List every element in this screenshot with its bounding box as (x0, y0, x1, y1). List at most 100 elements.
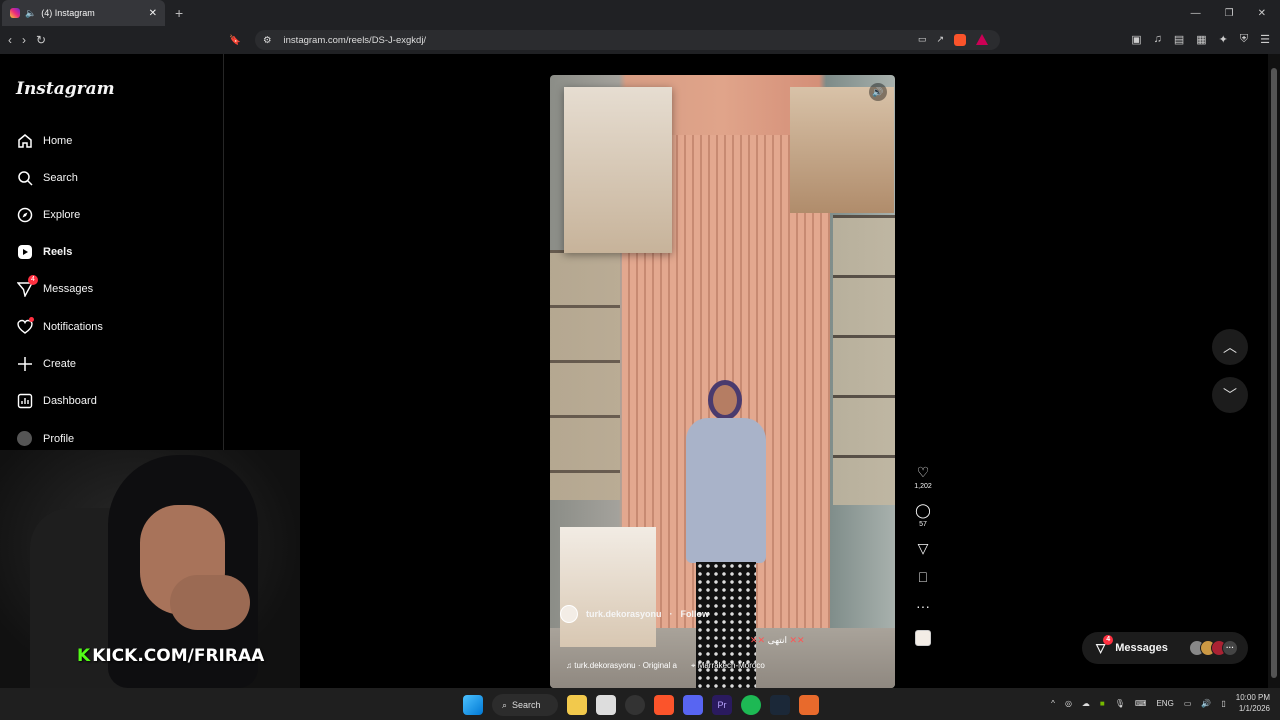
window-controls: — ❐ ✕ (1191, 8, 1280, 19)
battery-icon[interactable]: ▯ (1221, 699, 1225, 708)
panel-icon[interactable]: ▤ (1174, 33, 1184, 46)
sidebar-item-label: Home (43, 134, 73, 147)
taskbar: ⌕ Search Pr ^ ◎ ☁ ■ 🎙 ⌨ ENG ▭ 🔊 ▯ 10:00 … (0, 688, 1280, 720)
search-icon: ⌕ (502, 699, 508, 710)
menu-icon[interactable]: ☰ (1260, 33, 1270, 46)
sidebar-item-messages[interactable]: 4 Messages (16, 275, 93, 297)
site-info-icon[interactable]: ⚙ (263, 35, 272, 46)
page-scrollbar[interactable] (1268, 54, 1280, 688)
comment-button[interactable]: ◯ 57 (915, 502, 931, 528)
bookmark-icon[interactable]: 🔖 (229, 35, 241, 46)
volume-icon[interactable]: 🔊 (1201, 699, 1211, 708)
comment-count: 57 (919, 521, 927, 528)
next-reel-button[interactable]: ﹀ (1212, 377, 1248, 413)
messages-badge: 4 (28, 275, 38, 285)
location-link[interactable]: ⌖ Marrakech-Moroco (691, 661, 765, 671)
more-button[interactable]: ··· (916, 598, 930, 614)
webcam-overlay: K KICK.COM/FRIRAA (0, 450, 300, 688)
app-icon[interactable] (799, 695, 819, 715)
spotify-icon[interactable] (741, 695, 761, 715)
network-icon[interactable]: ▭ (1184, 699, 1192, 708)
discord-icon[interactable] (683, 695, 703, 715)
reload-icon[interactable]: ↻ (36, 33, 46, 47)
author-avatar[interactable] (560, 605, 578, 623)
volume-icon[interactable]: 🔊 (869, 83, 887, 101)
file-explorer-icon[interactable] (567, 695, 587, 715)
close-window-icon[interactable]: ✕ (1258, 8, 1266, 19)
tab-instagram[interactable]: 🔈 (4) Instagram ✕ (2, 0, 165, 26)
more-icon: ··· (916, 598, 930, 614)
vpn-icon[interactable]: ⛨ (1240, 33, 1248, 46)
video-inset (560, 527, 656, 647)
audio-thumbnail[interactable] (915, 630, 931, 646)
reel-author[interactable]: turk.dekorasyonu · Follow (560, 605, 709, 623)
reels-main: 🔊 turk.dekorasyonu · Follow ✕✕ انتهى ✕✕ … (224, 54, 1268, 688)
bookmark-icon: ⎕ (918, 569, 928, 585)
share-icon[interactable]: ↗ (936, 34, 944, 46)
tab-title: (4) Instagram (41, 8, 95, 18)
address-bar[interactable]: 🔖 ⚙ instagram.com/reels/DS-J-exgkdj/ ▭ ↗ (229, 30, 1000, 50)
messages-pill[interactable]: ▽ 4 Messages ··· (1082, 632, 1248, 664)
language-indicator[interactable]: ENG (1156, 699, 1173, 708)
follow-button[interactable]: Follow (681, 609, 710, 619)
home-icon (16, 132, 33, 149)
save-button[interactable]: ⎕ (919, 569, 927, 586)
search-icon (16, 169, 33, 186)
browser-chrome: 🔈 (4) Instagram ✕ + — ❐ ✕ ‹ › ↻ 🔖 ⚙ inst… (0, 0, 1280, 54)
tray-app-icon[interactable]: ◎ (1065, 699, 1072, 708)
media-icon[interactable]: ♫ (1154, 33, 1162, 46)
chevron-up-icon[interactable]: ^ (1051, 699, 1055, 708)
sidebar-toggle-icon[interactable]: ▣ (1131, 33, 1141, 46)
steam-icon[interactable] (770, 695, 790, 715)
brave-browser-icon[interactable] (654, 695, 674, 715)
heart-icon (16, 317, 34, 335)
send-icon: 4 (16, 275, 38, 297)
sidebar-item-explore[interactable]: Explore (16, 206, 80, 223)
instagram-logo[interactable]: Instagram (16, 79, 115, 99)
sidebar-item-profile[interactable]: Profile (16, 430, 74, 447)
previous-reel-button[interactable]: ︿ (1212, 329, 1248, 365)
sidebar-item-reels[interactable]: Reels (16, 243, 72, 260)
taskbar-apps: ⌕ Search Pr (463, 694, 819, 716)
sidebar-item-create[interactable]: Create (16, 355, 76, 372)
send-icon: ▽ 4 (1096, 635, 1114, 655)
forward-icon[interactable]: › (22, 33, 26, 47)
keyboard-icon[interactable]: ⌨ (1135, 699, 1147, 708)
brave-shield-icon[interactable] (954, 34, 966, 46)
sidebar-item-notifications[interactable]: Notifications (16, 317, 103, 335)
restore-icon[interactable]: ❐ (1225, 8, 1234, 19)
back-icon[interactable]: ‹ (8, 33, 12, 47)
minimize-icon[interactable]: — (1191, 8, 1201, 19)
wallet-icon[interactable]: ▦ (1196, 33, 1206, 46)
url-text[interactable]: instagram.com/reels/DS-J-exgkdj/ (284, 35, 427, 46)
leo-icon[interactable]: ✦ (1219, 33, 1228, 46)
sidebar-item-label: Search (43, 171, 78, 184)
close-tab-icon[interactable]: ✕ (149, 8, 157, 19)
nvidia-icon[interactable]: ■ (1100, 699, 1105, 708)
sidebar-item-dashboard[interactable]: Dashboard (16, 392, 97, 409)
chart-icon (16, 392, 33, 409)
send-icon: ▽ (917, 540, 929, 556)
mic-icon[interactable]: 🎙 (1115, 699, 1125, 708)
chevron-up-icon: ︿ (1223, 339, 1237, 355)
kick-watermark: K KICK.COM/FRIRAA (77, 646, 265, 666)
sidebar-item-home[interactable]: Home (16, 132, 72, 149)
audio-link[interactable]: ♫ turk.dekorasyonu · Original a (566, 661, 677, 671)
app-icon[interactable] (596, 695, 616, 715)
clock[interactable]: 10:00 PM 1/1/2026 (1236, 692, 1270, 714)
premiere-icon[interactable]: Pr (712, 695, 732, 715)
taskbar-search[interactable]: ⌕ Search (492, 694, 558, 716)
sidebar-item-search[interactable]: Search (16, 169, 78, 186)
cast-icon[interactable]: ▭ (918, 34, 927, 46)
reel-video[interactable]: 🔊 turk.dekorasyonu · Follow ✕✕ انتهى ✕✕ … (550, 75, 895, 688)
windows-start-icon[interactable] (463, 695, 483, 715)
share-button[interactable]: ▽ (918, 540, 929, 557)
system-tray: ^ ◎ ☁ ■ 🎙 ⌨ ENG ▭ 🔊 ▯ 10:00 PM 1/1/2026 (1051, 692, 1270, 714)
obs-icon[interactable] (625, 695, 645, 715)
brave-rewards-icon[interactable] (976, 34, 988, 45)
like-button[interactable]: ♡ 1,202 (914, 464, 932, 490)
new-tab-button[interactable]: + (175, 5, 183, 21)
notification-dot (29, 317, 34, 322)
onedrive-icon[interactable]: ☁ (1082, 699, 1090, 708)
author-username[interactable]: turk.dekorasyonu (586, 609, 662, 619)
